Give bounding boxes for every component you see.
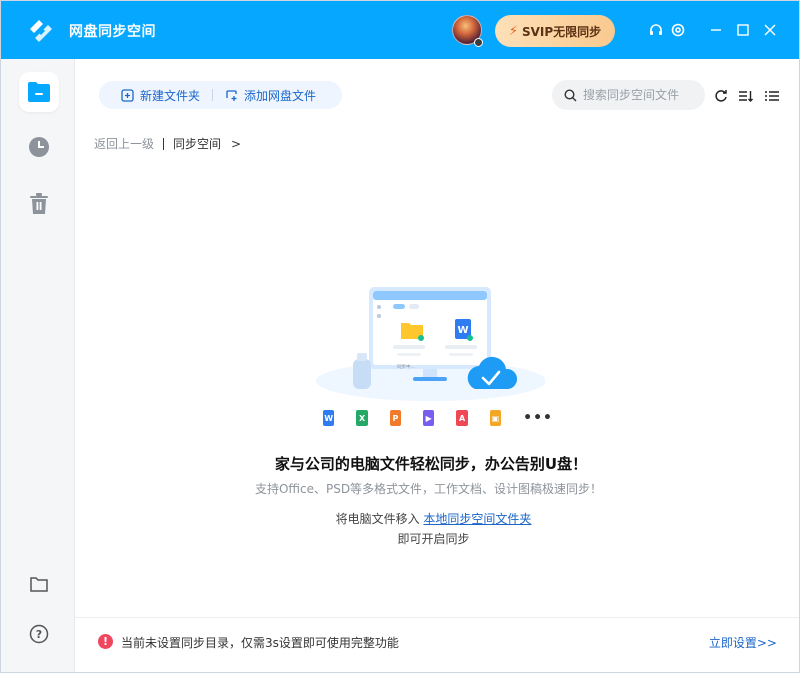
add-cloud-file-button[interactable]: 添加网盘文件 — [225, 81, 316, 109]
maximize-icon[interactable] — [734, 21, 752, 39]
sidebar-item-trash[interactable] — [19, 184, 59, 224]
video-icon: ▶ — [423, 410, 435, 426]
empty-state-hint-suffix: 即可开启同步 — [397, 532, 470, 546]
setup-notice-bar: ! 当前未设置同步目录，仅需3s设置即可使用完整功能 立即设置>> — [75, 617, 799, 672]
image-icon: ▣ — [489, 410, 502, 426]
list-view-icon[interactable] — [763, 87, 781, 105]
avatar-badge — [474, 38, 483, 47]
word-icon: W — [323, 410, 335, 426]
more-types-icon: ••• — [523, 410, 554, 426]
search-box[interactable] — [552, 80, 705, 110]
svip-label: SVIP无限同步 — [521, 24, 602, 39]
clock-icon — [29, 137, 49, 157]
local-sync-folder-link[interactable]: 本地同步空间文件夹 — [423, 512, 531, 526]
headset-icon[interactable] — [647, 21, 665, 39]
search-icon — [564, 88, 577, 101]
breadcrumb-chevron-icon[interactable]: > — [231, 137, 241, 151]
refresh-icon[interactable] — [712, 87, 730, 105]
new-folder-label: 新建文件夹 — [140, 88, 201, 103]
folder-outline-icon — [30, 577, 48, 592]
plus-box-icon — [121, 88, 134, 102]
add-cloud-file-label: 添加网盘文件 — [244, 88, 317, 103]
svg-text:W: W — [457, 325, 468, 336]
sidebar-item-history[interactable] — [19, 127, 59, 167]
breadcrumb-current[interactable]: 同步空间 — [173, 135, 221, 152]
lightning-icon: ⚡ — [508, 23, 518, 39]
new-folder-button[interactable]: 新建文件夹 — [121, 81, 200, 109]
warning-icon: ! — [98, 634, 113, 649]
title-bar[interactable]: 网盘同步空间 ⚡ SVIP无限同步 — [1, 1, 799, 59]
toolbar-divider — [212, 89, 214, 101]
breadcrumb-divider — [163, 137, 165, 150]
svip-upgrade-button[interactable]: ⚡ SVIP无限同步 — [495, 15, 615, 47]
sync-illustration: W 同步中... — [316, 287, 545, 401]
app-title: 网盘同步空间 — [69, 24, 156, 40]
empty-state-subline: 支持Office、PSD等多格式文件，工作文档、设计图稿极速同步！ — [254, 482, 603, 496]
settings-gear-icon[interactable] — [669, 21, 687, 39]
file-type-icons: W X P ▶ A ▣ ••• — [323, 408, 553, 428]
minimize-icon[interactable] — [707, 21, 725, 39]
excel-icon: X — [356, 410, 368, 426]
pdf-icon: A — [456, 410, 468, 426]
file-action-bar: 新建文件夹 添加网盘文件 — [99, 81, 342, 109]
help-icon: ? — [29, 624, 49, 644]
setup-notice-text: 当前未设置同步目录，仅需3s设置即可使用完整功能 — [121, 636, 399, 650]
folder-icon — [28, 82, 50, 102]
hint-prefix: 将电脑文件移入 — [335, 512, 424, 526]
breadcrumb-back-link[interactable]: 返回上一级 — [94, 135, 154, 152]
sidebar-item-sync-files[interactable] — [19, 72, 59, 112]
search-input[interactable] — [583, 88, 693, 102]
breadcrumb: 返回上一级 同步空间 > — [94, 135, 241, 152]
sidebar-help[interactable]: ? — [19, 614, 59, 654]
sidebar-open-folder[interactable] — [19, 564, 59, 604]
sort-icon[interactable] — [737, 87, 755, 105]
empty-state-headline: 家与公司的电脑文件轻松同步，办公告别U盘！ — [274, 455, 588, 473]
svg-text:?: ? — [36, 628, 42, 641]
trash-icon — [30, 193, 48, 214]
app-logo-icon — [26, 16, 56, 46]
sidebar: ? — [1, 59, 75, 672]
empty-state-hint: 将电脑文件移入 本地同步空间文件夹 — [1, 510, 799, 527]
ppt-icon: P — [389, 410, 402, 426]
app-window: 网盘同步空间 ⚡ SVIP无限同步 ? 新建文件夹 添加网盘文件 搜索同步空间文… — [0, 0, 800, 673]
illustration-caption: 同步中... — [397, 363, 415, 370]
add-cloud-icon — [226, 89, 237, 101]
close-icon[interactable] — [761, 21, 779, 39]
setup-now-link[interactable]: 立即设置>> — [709, 634, 777, 651]
